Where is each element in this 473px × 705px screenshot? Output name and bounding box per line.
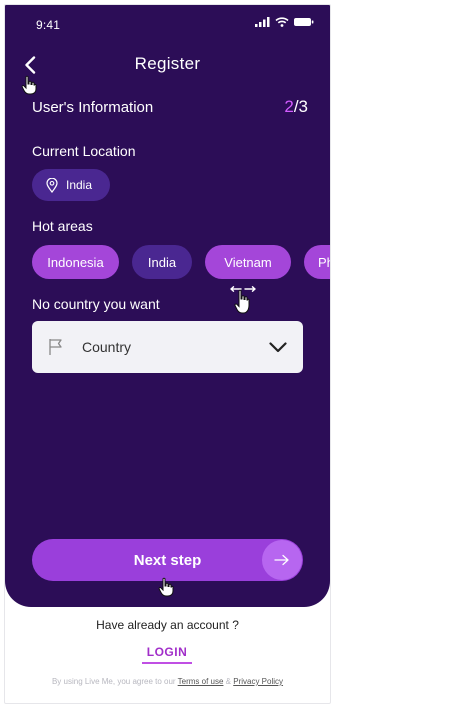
section-title: User's Information — [32, 98, 154, 116]
chip-india[interactable]: India — [132, 245, 192, 279]
legal-and: & — [223, 677, 234, 686]
legal-prefix: By using Live Me, you agree to our — [51, 677, 178, 686]
status-bar: 9:41 — [5, 5, 330, 45]
page-title: Register — [134, 54, 201, 73]
country-picker-label: No country you want — [32, 296, 160, 312]
chip-indonesia[interactable]: Indonesia — [32, 245, 119, 279]
login-link[interactable]: LOGIN — [142, 645, 192, 659]
chip-philippines[interactable]: Philippines — [304, 245, 330, 279]
nav-bar: Register — [5, 45, 330, 85]
status-icons — [255, 17, 314, 27]
section-header: User's Information 2/3 — [32, 95, 308, 119]
current-location-value: India — [66, 178, 93, 192]
hot-areas-label: Hot areas — [32, 218, 93, 234]
chevron-down-icon — [269, 341, 287, 353]
current-location-label: Current Location — [32, 143, 136, 159]
terms-link[interactable]: Terms of use — [178, 677, 224, 686]
phone-screen: 9:41 Register User's Information 2/3 Cur… — [4, 4, 331, 704]
status-time: 9:41 — [36, 18, 61, 32]
hand-pointer-icon — [158, 577, 174, 597]
chip-vietnam[interactable]: Vietnam — [205, 245, 291, 279]
register-panel: 9:41 Register User's Information 2/3 Cur… — [5, 5, 330, 607]
step-counter: 2/3 — [284, 97, 308, 117]
signal-icon — [255, 17, 270, 27]
arrow-right-icon — [262, 540, 302, 580]
login-underline — [142, 662, 192, 664]
location-pin-icon — [46, 177, 58, 193]
battery-icon — [294, 18, 314, 26]
privacy-link[interactable]: Privacy Policy — [233, 677, 283, 686]
hand-pointer-icon — [21, 75, 37, 95]
drag-hand-icon — [230, 286, 256, 314]
step-total: /3 — [293, 97, 308, 116]
next-step-button[interactable]: Next step — [32, 539, 303, 581]
step-current: 2 — [284, 97, 294, 116]
country-dropdown[interactable]: Country — [32, 321, 303, 373]
next-step-label: Next step — [133, 551, 202, 569]
have-account-text: Have already an account ? — [96, 618, 239, 632]
current-location-chip[interactable]: India — [32, 169, 111, 201]
flag-icon — [48, 337, 68, 357]
hot-areas-chips: Indonesia India Vietnam Philippines — [32, 245, 330, 279]
country-dropdown-placeholder: Country — [82, 339, 132, 355]
wifi-icon — [275, 17, 289, 27]
legal-text: By using Live Me, you agree to our Terms… — [5, 677, 330, 686]
